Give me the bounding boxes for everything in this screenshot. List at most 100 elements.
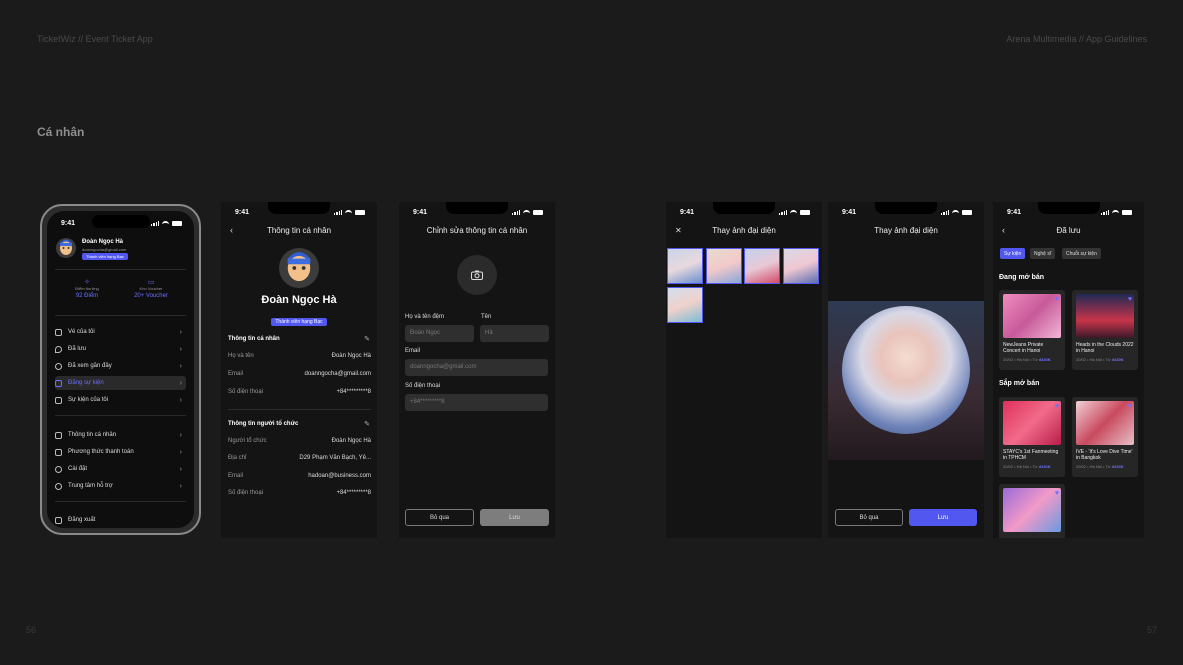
first-name-field[interactable]: Hà	[480, 325, 549, 342]
voucher-block[interactable]: ▭ Kho Voucher 20+ Voucher	[129, 278, 173, 299]
help-icon	[55, 482, 62, 490]
page-number-right: 57	[1146, 625, 1157, 635]
section-open: Đang mở bán	[999, 274, 1045, 281]
event-price: đ430K	[1038, 464, 1051, 469]
points-label: Điểm thưởng	[75, 286, 99, 291]
status-time: 9:41	[1007, 209, 1022, 216]
cancel-button[interactable]: Bỏ qua	[835, 509, 903, 526]
heart-icon[interactable]: ♥	[1055, 296, 1059, 303]
menu-item-post-event[interactable]: Đăng sự kiện ›	[55, 376, 186, 390]
phone-field[interactable]: +84*********8	[405, 394, 548, 411]
menu-item-personal-info[interactable]: Thông tin cá nhân ›	[55, 428, 186, 442]
screen-title: Thay ảnh đại diện	[712, 226, 776, 235]
heart-icon	[55, 345, 62, 353]
chip-series[interactable]: Chuỗi sự kiện	[1062, 248, 1101, 259]
wifi-icon	[162, 221, 169, 226]
menu-item-my-events[interactable]: Sự kiện của tôi ›	[55, 393, 186, 407]
cancel-button[interactable]: Bỏ qua	[405, 509, 474, 526]
row-key: Người tổ chức	[228, 438, 267, 444]
chevron-right-icon: ›	[179, 345, 182, 353]
event-card[interactable]: ♥ STAYC's 1st Fanmeeting in TPHCM 20/02 …	[999, 397, 1065, 477]
row-key: Địa chỉ	[228, 455, 247, 461]
section-organizer: Thông tin người tổ chức	[228, 421, 299, 427]
menu-label: Sự kiện của tôi	[68, 397, 109, 403]
header-right: Arena Multimedia // App Guidelines	[1006, 34, 1147, 44]
chevron-right-icon: ›	[179, 379, 182, 387]
event-card[interactable]: ♥ Heads in the Clouds 2022 in Hanoi 20/0…	[1072, 290, 1138, 370]
section-title: Cá nhân	[37, 125, 85, 139]
battery-icon	[962, 210, 972, 215]
status-icons	[779, 210, 810, 215]
event-card[interactable]: ♥ IVE - 'It's Love Dive Time' in Bangkok…	[1072, 397, 1138, 477]
menu-item-tickets[interactable]: Vé của tôi ›	[55, 325, 186, 339]
menu-item-recent[interactable]: Đã xem gần đây ›	[55, 359, 186, 373]
points-block[interactable]: ✧ Điểm thưởng 92 Điểm	[67, 278, 107, 299]
photo-thumbnail[interactable]	[744, 248, 780, 284]
member-badge: Thành viên hạng Bạc	[82, 253, 128, 260]
menu-item-settings[interactable]: Cài đặt ›	[55, 462, 186, 476]
status-bar: 9:41	[680, 208, 810, 218]
signal-icon	[1101, 210, 1109, 215]
voucher-icon: ▭	[147, 279, 155, 286]
memoji-icon	[287, 252, 311, 282]
row-value: D29 Phạm Văn Bạch, Yê...	[299, 455, 371, 461]
menu-label: Đã xem gần đây	[68, 363, 112, 369]
save-button[interactable]: Lưu	[480, 509, 549, 526]
chip-artists[interactable]: Nghệ sĩ	[1030, 248, 1056, 259]
row-value: +84*********8	[336, 490, 371, 496]
star-icon	[55, 396, 62, 404]
status-bar: 9:41	[61, 219, 182, 229]
clock-icon	[55, 362, 62, 370]
event-card[interactable]: ♥ NewJeans Private Concert in Hanoi 20/0…	[999, 290, 1065, 370]
memoji-icon	[60, 239, 72, 255]
divider	[55, 315, 186, 316]
chevron-right-icon: ›	[179, 328, 182, 336]
logout-icon	[55, 516, 62, 524]
avatar-upload[interactable]	[457, 255, 497, 295]
ticket-icon	[55, 328, 62, 336]
photo-thumbnail[interactable]	[783, 248, 819, 284]
personal-info-screen: 9:41 ‹ Thông tin cá nhân Đoàn Ngọc Hà Th…	[221, 202, 377, 538]
camera-icon	[471, 270, 483, 280]
screen-title: Chỉnh sửa thông tin cá nhân	[426, 226, 528, 235]
screen-title: Đã lưu	[1056, 226, 1081, 235]
profile-menu-screen: 9:41 Đoàn Ngọc Hà doanngocha@gmail.com T…	[47, 211, 194, 528]
heart-icon[interactable]: ♥	[1128, 403, 1132, 410]
edit-icon[interactable]: ✎	[364, 420, 370, 428]
event-meta-text: 20/02 • Hà Nội • Từ	[1003, 464, 1039, 469]
event-price: đ430K	[1111, 357, 1124, 362]
edit-icon[interactable]: ✎	[364, 335, 370, 343]
event-image	[1076, 294, 1134, 338]
status-time: 9:41	[61, 220, 76, 227]
save-button[interactable]: Lưu	[909, 509, 977, 526]
menu-item-payment[interactable]: Phương thức thanh toán ›	[55, 445, 186, 459]
heart-icon[interactable]: ♥	[1128, 296, 1132, 303]
crop-circle[interactable]	[842, 306, 970, 434]
status-time: 9:41	[842, 209, 857, 216]
photo-thumbnail[interactable]	[667, 287, 703, 323]
divider	[55, 501, 186, 502]
logout-button[interactable]: Đăng xuất	[55, 513, 186, 527]
screen-title: Thay ảnh đại diện	[874, 226, 938, 235]
photo-thumbnail[interactable]	[667, 248, 703, 284]
status-bar: 9:41	[235, 208, 365, 218]
heart-icon[interactable]: ♥	[1055, 403, 1059, 410]
avatar-crop-screen: 9:41 Thay ảnh đại diện Bỏ qua Lưu	[828, 202, 984, 538]
member-badge: Thành viên hạng Bạc	[271, 318, 327, 326]
event-card[interactable]: ♥	[999, 484, 1065, 538]
menu-item-support[interactable]: Trung tâm hỗ trợ ›	[55, 479, 186, 493]
row-key: Số điện thoại	[228, 490, 264, 496]
row-value: hadoan@business.com	[308, 473, 371, 479]
chip-events[interactable]: Sự kiện	[1000, 248, 1026, 259]
status-bar: 9:41	[413, 208, 543, 218]
avatar[interactable]	[56, 238, 76, 258]
menu-item-saved[interactable]: Đã lưu ›	[55, 342, 186, 356]
email-field[interactable]: doanngocha@gmail.com	[405, 359, 548, 376]
saved-screen: 9:41 ‹ Đã lưu Sự kiện Nghệ sĩ Chuỗi sự k…	[993, 202, 1144, 538]
event-image	[1003, 488, 1061, 532]
photo-thumbnail[interactable]	[706, 248, 742, 284]
heart-icon[interactable]: ♥	[1055, 490, 1059, 497]
wifi-icon	[345, 210, 352, 215]
middle-name-field[interactable]: Đoàn Ngọc	[405, 325, 474, 342]
event-meta: 20/02 • Hà Nội • Từ đ430K	[1003, 357, 1063, 362]
